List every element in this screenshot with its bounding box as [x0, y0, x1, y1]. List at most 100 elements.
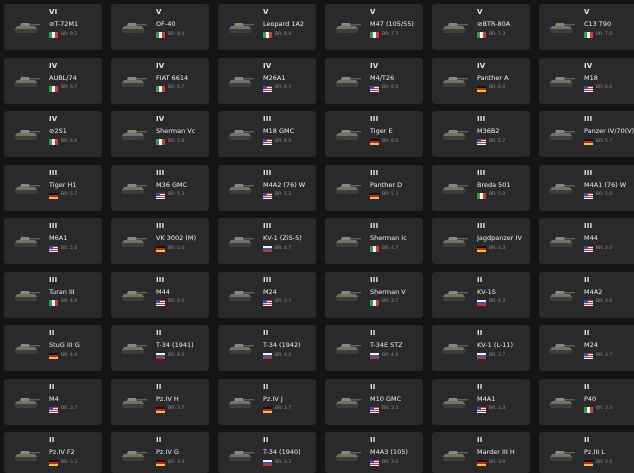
tank-icon: [442, 290, 468, 301]
vehicle-card[interactable]: II Pz.III L BR: 3.0: [539, 432, 634, 473]
battle-rating: BR: 6.0: [382, 138, 399, 144]
vehicle-card[interactable]: V ⊘BTR-80A BR: 7.3: [432, 4, 530, 50]
vehicle-card[interactable]: III Panther D BR: 5.3: [325, 164, 423, 211]
tank-icon: [14, 183, 40, 194]
vehicle-card[interactable]: III M18 GMC BR: 6.0: [218, 111, 316, 157]
battle-rating: BR: 6.0: [61, 138, 78, 144]
vehicle-card[interactable]: IV Panther A BR: 6.0: [432, 57, 530, 104]
vehicle-card[interactable]: III KV-1 (ZiS-5) BR: 4.7: [218, 218, 316, 264]
vehicle-name: T-34 (1942): [263, 341, 301, 349]
battle-rating: BR: 4.0: [382, 352, 399, 358]
vehicle-card[interactable]: II Pz.IV G BR: 3.3: [111, 432, 209, 473]
battle-rating: BR: 5.3: [382, 192, 399, 197]
usa-flag-icon: [263, 85, 272, 92]
vehicle-rank: II: [263, 436, 269, 444]
vehicle-card[interactable]: III Tiger H1 BR: 5.7: [4, 164, 102, 211]
battle-rating: BR: 5.7: [489, 138, 506, 144]
tank-icon: [549, 344, 575, 354]
tank-icon: [335, 183, 361, 194]
italy-flag-icon: [156, 32, 165, 38]
vehicle-card[interactable]: II T-34E STZ BR: 4.0: [325, 325, 423, 371]
vehicle-name: Marder III H: [477, 448, 515, 456]
vehicle-rank: III: [156, 222, 165, 230]
usa-flag-icon: [370, 406, 379, 413]
battle-rating: BR: 4.0: [168, 299, 185, 304]
vehicle-card[interactable]: III Sherman Ic BR: 4.7: [325, 218, 423, 264]
vehicle-card[interactable]: II M10 GMC BR: 3.3: [325, 378, 423, 425]
vehicle-card[interactable]: III Breda 501 BR: 5.0: [432, 164, 530, 211]
vehicle-card[interactable]: III M4A2 (76) W BR: 5.3: [218, 164, 316, 211]
vehicle-card[interactable]: II M4A1 BR: 3.3: [432, 378, 530, 425]
vehicle-rank: III: [263, 115, 272, 123]
vehicle-rank: II: [263, 382, 269, 391]
tank-icon: [442, 451, 468, 461]
vehicle-card[interactable]: II T-34 (1941) BR: 4.0: [111, 325, 209, 371]
usa-flag-icon: [584, 85, 593, 92]
tank-icon: [228, 23, 254, 33]
vehicle-card[interactable]: III Tiger E BR: 6.0: [325, 111, 423, 157]
ussr-flag-icon: [370, 353, 379, 359]
vehicle-rank: V: [584, 8, 590, 16]
vehicle-card[interactable]: III M44 BR: 4.0: [539, 218, 634, 264]
vehicle-card[interactable]: IV FIAT 6614 BR: 6.7: [111, 57, 209, 104]
vehicle-card[interactable]: IV M26A1 BR: 6.7: [218, 57, 316, 104]
battle-rating: BR: 4.0: [168, 352, 185, 358]
battle-rating: BR: 5.7: [61, 192, 78, 197]
battle-rating: BR: 3.3: [596, 406, 613, 411]
vehicle-card[interactable]: II T-34 (1942) BR: 4.0: [218, 325, 316, 371]
vehicle-card[interactable]: II Pz.IV F2 BR: 3.3: [4, 432, 102, 473]
vehicle-card[interactable]: V M47 (105/55) BR: 7.7: [325, 4, 423, 50]
vehicle-card[interactable]: VI ⊘T-72M1 BR: 9.3: [4, 4, 102, 50]
vehicle-card[interactable]: V OF-40 BR: 8.0: [111, 4, 209, 50]
vehicle-card[interactable]: IV ⊘2S1 BR: 6.0: [4, 111, 102, 157]
vehicle-card[interactable]: II T-34 (1940) BR: 3.3: [218, 432, 316, 473]
vehicle-card[interactable]: IV M4/T26 BR: 6.0: [325, 57, 423, 104]
vehicle-card[interactable]: IV M18 BR: 6.0: [539, 57, 634, 104]
vehicle-card[interactable]: II M4A3 (105) BR: 3.0: [325, 432, 423, 473]
vehicle-card[interactable]: V C13 T90 BR: 7.0: [539, 4, 634, 50]
vehicle-card[interactable]: II Pz.IV H BR: 3.7: [111, 378, 209, 425]
usa-flag-icon: [49, 246, 58, 252]
vehicle-card[interactable]: III Sherman V BR: 3.7: [325, 271, 423, 318]
vehicle-card[interactable]: III Jagdpanzer IV BR: 4.3: [432, 218, 530, 264]
battle-rating: BR: 5.0: [489, 192, 506, 197]
vehicle-rank: III: [370, 115, 379, 123]
vehicle-card[interactable]: III Panzer IV/70(V) BR: 5.7: [539, 111, 634, 157]
vehicle-rank: II: [584, 275, 590, 284]
vehicle-card[interactable]: II M24 BR: 3.7: [539, 325, 634, 371]
vehicle-card[interactable]: III M6A1 BR: 5.0: [4, 218, 102, 264]
vehicle-card[interactable]: II KV-1S BR: 4.3: [432, 271, 530, 318]
vehicle-card[interactable]: II M4A2 BR: 4.0: [539, 271, 634, 318]
vehicle-name: Pz.IV F2: [49, 448, 75, 456]
vehicle-name: T-34E STZ: [370, 341, 403, 349]
germany-flag-icon: [49, 192, 58, 199]
vehicle-card[interactable]: II StuG III G BR: 4.0: [4, 325, 102, 371]
vehicle-name: M18: [584, 73, 598, 82]
vehicle-card[interactable]: IV Sherman Vc BR: 5.0: [111, 111, 209, 157]
vehicle-card[interactable]: III M24 BR: 3.7: [218, 271, 316, 318]
vehicle-card[interactable]: II Pz.IV J BR: 3.7: [218, 378, 316, 425]
vehicle-card[interactable]: III VK 3002 (M) BR: 5.0: [111, 218, 209, 264]
vehicle-card[interactable]: II P40 BR: 3.3: [539, 378, 634, 425]
vehicle-card[interactable]: III M36 GMC BR: 5.3: [111, 164, 209, 211]
vehicle-card[interactable]: II M4 BR: 3.7: [4, 378, 102, 425]
vehicle-card[interactable]: V Leopard 1A2 BR: 8.0: [218, 4, 316, 50]
tank-icon: [549, 76, 575, 87]
tank-icon: [228, 237, 254, 247]
vehicle-rank: III: [263, 222, 272, 230]
vehicle-card[interactable]: III M44 BR: 4.0: [111, 271, 209, 318]
vehicle-name: M4: [49, 394, 59, 403]
usa-flag-icon: [263, 299, 272, 306]
vehicle-card[interactable]: II Marder III H BR: 3.0: [432, 432, 530, 473]
vehicle-rank: III: [477, 115, 486, 123]
vehicle-rank: III: [477, 222, 486, 230]
vehicle-card[interactable]: III M4A1 (76) W BR: 5.0: [539, 164, 634, 211]
vehicle-card[interactable]: II KV-1 (L-11) BR: 3.7: [432, 325, 530, 371]
tank-icon: [442, 237, 468, 247]
vehicle-card[interactable]: IV AUBL/74 BR: 6.7: [4, 57, 102, 104]
vehicle-rank: II: [477, 382, 483, 391]
tank-icon: [335, 344, 361, 354]
vehicle-card[interactable]: III M36B2 BR: 5.7: [432, 111, 530, 157]
vehicle-rank: III: [263, 168, 272, 177]
vehicle-card[interactable]: III Turan III BR: 4.0: [4, 271, 102, 318]
